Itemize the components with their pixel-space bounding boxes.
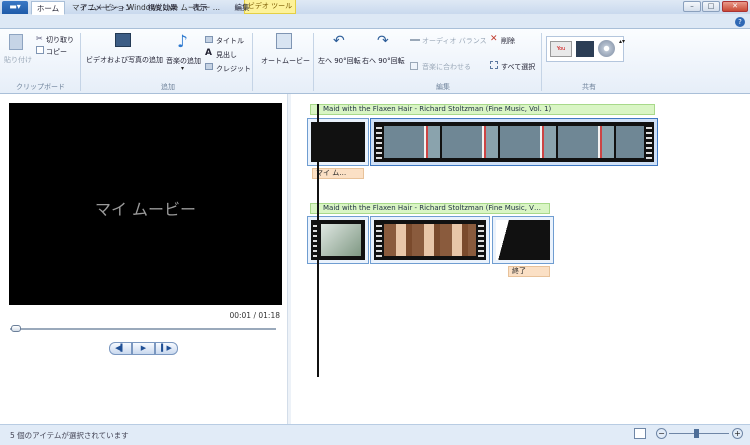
tab-view[interactable]: 表示 [186,1,214,15]
tab-edit[interactable]: 編集 [228,1,256,15]
share-scroll-icon[interactable]: ▴▾ [619,38,625,45]
seek-thumb[interactable] [11,325,21,332]
fit-music-icon [410,62,418,70]
caption-end[interactable]: 終了 [508,266,550,277]
copy-button[interactable]: コピー [46,47,67,57]
audio-mix-icon [410,39,420,41]
separator [252,33,253,91]
playhead[interactable] [317,104,319,377]
tab-visual-effects[interactable]: 視覚効果 [140,1,185,15]
minimize-button[interactable]: – [683,1,701,12]
music-note-icon: ♪ [177,32,188,52]
video-thumbnails [384,126,644,158]
add-title-button[interactable]: タイトル [216,36,244,46]
delete-icon: ✕ [490,34,498,44]
dvd-icon[interactable] [598,40,615,57]
maximize-button[interactable]: □ [702,1,720,12]
help-icon[interactable]: ? [735,17,745,27]
select-all-icon [490,61,498,69]
file-menu-button[interactable]: ▬▾ [2,1,28,14]
close-button[interactable]: ✕ [722,1,748,12]
group-edit-label: 編集 [436,83,450,91]
add-credits-button[interactable]: クレジット [216,64,251,74]
add-caption-button[interactable]: 見出し [216,50,237,60]
tab-animations[interactable]: アニメーション [76,1,136,15]
caption-my-movie[interactable]: マイ ム… [312,168,364,179]
add-video-photo-button[interactable]: ビデオおよび写真の追加 [86,55,163,65]
credits-clip[interactable] [492,216,554,264]
add-music-dropdown-icon[interactable]: ▾ [181,65,184,72]
thumbnail-size-icon[interactable] [634,428,646,439]
previous-frame-button[interactable]: ◀▍ [109,342,132,355]
zoom-out-button[interactable]: − [656,428,667,439]
caption-end-wrap: 終了 [508,266,550,277]
next-frame-button[interactable]: ▍▶ [155,342,178,355]
fit-music-button[interactable]: 音楽に合わせる [422,62,471,72]
group-share-label: 共有 [582,83,596,91]
caption-icon: A [205,48,212,58]
rotate-right-button[interactable]: 右へ 90°回転 [362,56,405,66]
video-clip-dogs[interactable] [370,216,490,264]
zoom-in-button[interactable]: + [732,428,743,439]
cut-icon: ✂ [36,34,43,43]
rotate-right-icon: ↷ [377,33,389,49]
zoom-slider[interactable] [669,433,729,434]
music-track-2[interactable]: Maid with the Flaxen Hair - Richard Stol… [310,203,550,214]
group-clipboard-label: クリップボード [16,83,65,91]
group-add-label: 追加 [161,83,175,91]
rotate-left-button[interactable]: 左へ 90°回転 [318,56,361,66]
status-text: 5 個のアイテムが選択されています [10,431,129,440]
video-thumbnails [384,224,476,256]
separator [541,33,542,91]
paste-icon [9,34,23,50]
credits-icon [205,63,213,70]
add-video-icon [115,33,131,47]
music-track-1[interactable]: Maid with the Flaxen Hair - Richard Stol… [310,104,655,115]
seek-bar[interactable] [10,328,276,330]
paste-button[interactable]: 貼り付け [4,55,32,65]
play-button[interactable]: ▶ [132,342,155,355]
youtube-icon[interactable]: You [550,41,572,57]
automovie-button[interactable]: オートムービー [261,56,310,66]
separator [313,33,314,91]
video-thumbnail [321,224,361,256]
video-clip-flamingo[interactable] [370,118,658,166]
automovie-icon [276,33,292,49]
delete-button[interactable]: 削除 [501,36,515,46]
app-window: { "window":{"title":"マイ ムービー - Windows L… [0,0,750,445]
separator [80,33,81,91]
zoom-slider-thumb[interactable] [694,429,699,438]
title-icon [205,36,213,43]
preview-title-text: マイ ムービー [94,200,197,219]
cut-button[interactable]: 切り取り [46,35,74,45]
select-all-button[interactable]: すべて選択 [501,62,535,72]
copy-icon [36,46,44,54]
timecode: 00:01 / 01:18 [229,311,280,320]
ribbon-tab-bar [0,14,750,29]
tv-icon[interactable] [576,41,594,57]
tab-home[interactable]: ホーム [31,1,65,15]
audio-mix-button[interactable]: オーディオ バランス [422,36,487,46]
rotate-left-icon: ↶ [333,33,345,49]
